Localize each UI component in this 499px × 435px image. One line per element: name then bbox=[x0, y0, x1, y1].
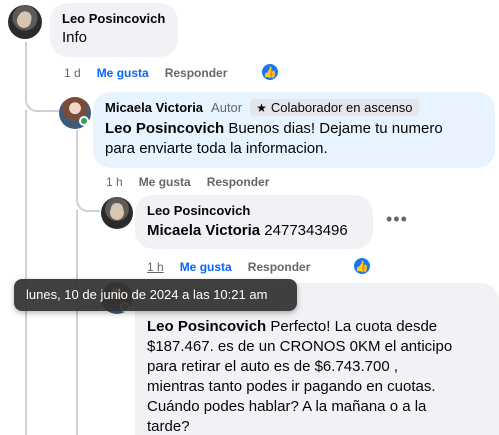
comment-text-part: 2477343496 bbox=[260, 222, 348, 239]
reply-button[interactable]: Responder bbox=[207, 175, 270, 189]
comment-text: Leo Posincovich Buenos dias! Dejame tu n… bbox=[105, 119, 483, 159]
avatar-leo-posincovich[interactable] bbox=[8, 5, 42, 39]
author-badge: Autor bbox=[211, 100, 243, 115]
reply-button[interactable]: Responder bbox=[248, 260, 311, 274]
comment-text-part: para enviarte toda la informacion. bbox=[105, 140, 328, 157]
mention-link[interactable]: Leo Posincovich bbox=[147, 318, 266, 335]
reply-button[interactable]: Responder bbox=[165, 66, 228, 80]
timestamp-tooltip: lunes, 10 de junio de 2024 a las 10:21 a… bbox=[14, 279, 297, 311]
comment-text-part: para retirar el auto es de $6.743.700 , bbox=[147, 358, 399, 375]
comment-text-part: Cuándo podes hablar? A la mañana o a la bbox=[147, 398, 427, 415]
comment-text: Micaela Victoria 2477343496 bbox=[147, 221, 361, 241]
comment-text-part: Perfecto! La cuota desde bbox=[266, 318, 438, 335]
like-button[interactable]: Me gusta bbox=[97, 66, 149, 80]
comment-actions: 1 d Me gusta Responder bbox=[64, 66, 227, 80]
comment-bubble: Leo Posincovich Info bbox=[50, 3, 178, 57]
like-button[interactable]: Me gusta bbox=[180, 260, 232, 274]
comment-text-part: mientras tanto podes ir pagando en cuota… bbox=[147, 378, 436, 395]
thumbs-up-icon[interactable]: 👍 bbox=[261, 63, 279, 81]
thread-line bbox=[25, 42, 59, 112]
like-button[interactable]: Me gusta bbox=[139, 175, 191, 189]
comment-actions: 1 h Me gusta Responder bbox=[106, 175, 269, 189]
thread-line bbox=[25, 110, 27, 435]
comment-time[interactable]: 1 h bbox=[147, 260, 164, 274]
star-icon: ★ bbox=[256, 100, 267, 115]
contributor-badge[interactable]: ★ Colaborador en ascenso bbox=[250, 99, 419, 116]
thumbs-up-icon[interactable]: 👍 bbox=[353, 257, 371, 275]
mention-link[interactable]: Micaela Victoria bbox=[147, 222, 260, 239]
comment-time[interactable]: 1 h bbox=[106, 175, 123, 189]
comment-text-part: tarde? bbox=[147, 418, 190, 435]
comment-text: Leo Posincovich Perfecto! La cuota desde… bbox=[147, 317, 487, 435]
comment-actions: 1 h Me gusta Responder bbox=[147, 260, 310, 274]
comment-text-part: Buenos dias! Dejame tu numero bbox=[224, 120, 443, 137]
thread-line bbox=[76, 210, 78, 435]
comment-bubble: Leo Posincovich Micaela Victoria 2477343… bbox=[135, 195, 373, 249]
contributor-badge-label: Colaborador en ascenso bbox=[270, 100, 413, 115]
mention-link[interactable]: Leo Posincovich bbox=[105, 120, 224, 137]
comment-bubble: Micaela Victoria Autor ★ Colaborador en … bbox=[93, 92, 495, 168]
comment-author[interactable]: Leo Posincovich bbox=[62, 11, 166, 26]
avatar-leo-posincovich[interactable] bbox=[101, 197, 133, 229]
comment-author[interactable]: Leo Posincovich bbox=[147, 203, 361, 218]
comment-text-part: $187.467. es de un CRONOS 0KM el anticip… bbox=[147, 338, 453, 355]
comment-text: Info bbox=[62, 29, 88, 46]
online-status-icon bbox=[79, 116, 89, 126]
comment-time[interactable]: 1 d bbox=[64, 66, 81, 80]
comment-author[interactable]: Micaela Victoria bbox=[105, 100, 203, 115]
more-options-icon[interactable]: ••• bbox=[386, 209, 408, 230]
